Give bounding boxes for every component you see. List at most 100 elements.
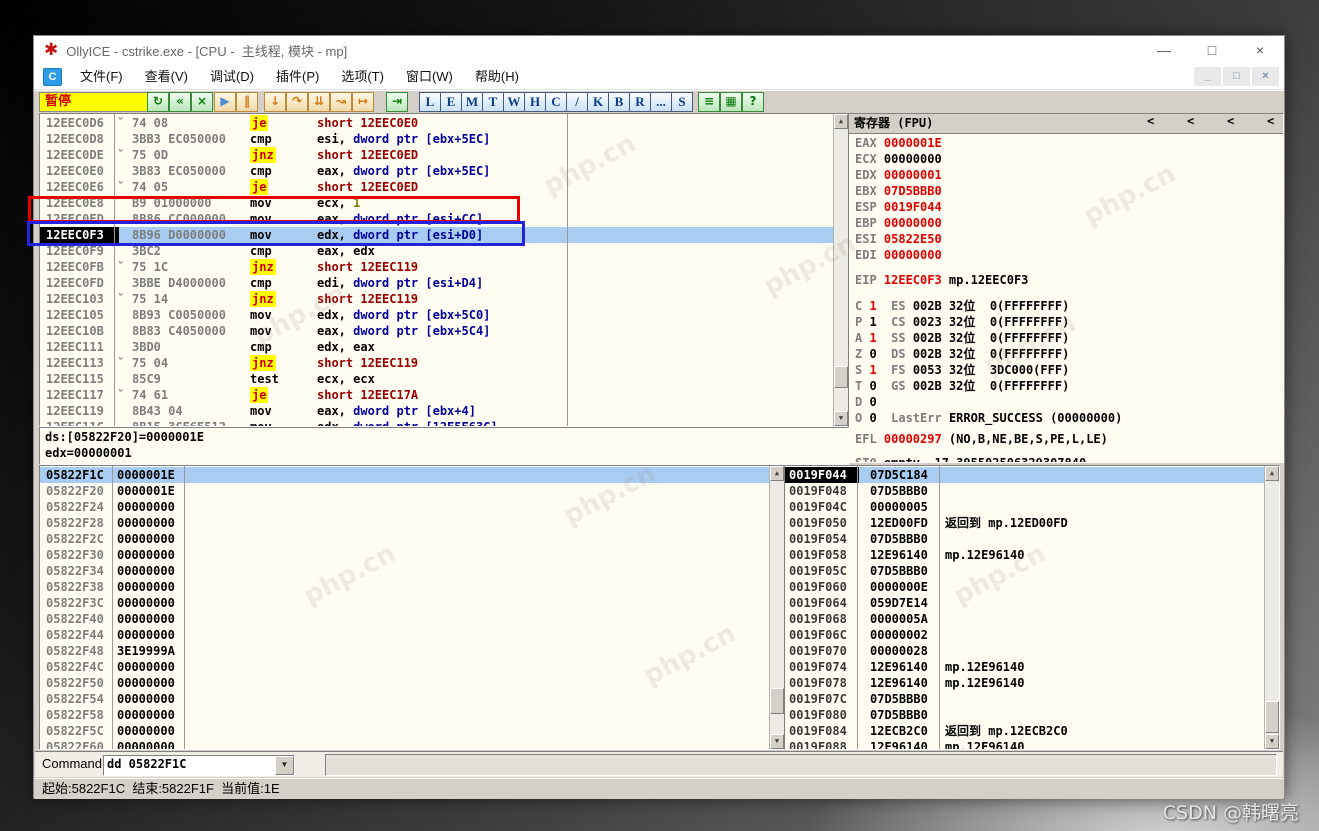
register-line[interactable]: EFL 00000297 (NO,B,NE,BE,S,PE,L,LE) bbox=[855, 431, 1108, 447]
column-separator[interactable] bbox=[939, 466, 940, 749]
breakpoints-button[interactable]: B bbox=[608, 92, 630, 112]
step-into-button[interactable]: ↓ bbox=[264, 92, 286, 112]
register-line[interactable]: EAX 0000001E bbox=[855, 135, 942, 151]
registers-collapse-button[interactable]: < bbox=[1147, 114, 1154, 128]
handles-button[interactable]: H bbox=[524, 92, 546, 112]
column-separator[interactable] bbox=[112, 466, 113, 749]
register-line[interactable]: Z 0 DS 002B 32位 0(FFFFFFFF) bbox=[855, 346, 1069, 362]
dump-row[interactable]: 05822F2400000000 bbox=[40, 499, 770, 515]
menu-item-d[interactable]: 调试(D) bbox=[199, 69, 265, 84]
scroll-up-button[interactable]: ▲ bbox=[1265, 466, 1279, 481]
scroll-down-button[interactable]: ▼ bbox=[1265, 734, 1279, 749]
register-line[interactable]: O 0 LastErr ERROR_SUCCESS (00000000) bbox=[855, 410, 1122, 426]
column-separator[interactable] bbox=[857, 466, 858, 749]
menu-item-h[interactable]: 帮助(H) bbox=[464, 69, 530, 84]
cpu-window-button[interactable]: C bbox=[545, 92, 567, 112]
register-line[interactable]: EIP 12EEC0F3 mp.12EEC0F3 bbox=[855, 272, 1028, 288]
register-line[interactable]: ESP 0019F044 bbox=[855, 199, 942, 215]
disasm-row[interactable]: 12EEC0F93BC2cmpeax, edx bbox=[40, 243, 834, 259]
cpu-document-icon[interactable]: C bbox=[43, 68, 62, 86]
dump-row[interactable]: 05822F483E19999A bbox=[40, 643, 770, 659]
go-to-address-button[interactable]: ⇥ bbox=[386, 92, 408, 112]
dump-row[interactable]: 05822F5400000000 bbox=[40, 691, 770, 707]
disasm-row[interactable]: 12EEC1058B93 C0050000movedx, dword ptr [… bbox=[40, 307, 834, 323]
register-line[interactable]: S 1 FS 0053 32位 3DC000(FFF) bbox=[855, 362, 1069, 378]
column-separator[interactable] bbox=[184, 466, 185, 749]
call-stack-button[interactable]: K bbox=[587, 92, 609, 112]
close-program-button[interactable]: × bbox=[191, 92, 213, 112]
scroll-down-button[interactable]: ▼ bbox=[834, 411, 848, 426]
close-button[interactable]: × bbox=[1236, 36, 1284, 64]
register-line[interactable]: ECX 00000000 bbox=[855, 151, 942, 167]
registers-pane[interactable]: 寄存器 (FPU) <<<< EAX 0000001EECX 00000000E… bbox=[848, 113, 1284, 463]
disassembly-pane[interactable]: 12EEC0D6ˇ74 08jeshort 12EEC0E012EEC0D83B… bbox=[39, 113, 849, 427]
menu-item-w[interactable]: 窗口(W) bbox=[395, 69, 464, 84]
animate-over-button[interactable]: ↝ bbox=[330, 92, 352, 112]
disasm-row[interactable]: 12EEC0E8B9 01000000movecx, 1 bbox=[40, 195, 834, 211]
dump-row[interactable]: 05822F3C00000000 bbox=[40, 595, 770, 611]
dump-row[interactable]: 05822F4C00000000 bbox=[40, 659, 770, 675]
minimize-button[interactable]: — bbox=[1140, 36, 1188, 64]
menu-item-v[interactable]: 查看(V) bbox=[134, 69, 199, 84]
threads-button[interactable]: T bbox=[482, 92, 504, 112]
disasm-row[interactable]: 12EEC0FBˇ75 1Cjnzshort 12EEC119 bbox=[40, 259, 834, 275]
mdi-minimize-button[interactable]: _ bbox=[1194, 67, 1221, 86]
register-line[interactable]: T 0 GS 002B 32位 0(FFFFFFFF) bbox=[855, 378, 1069, 394]
dump-row[interactable]: 05822F200000001E bbox=[40, 483, 770, 499]
scroll-thumb[interactable] bbox=[834, 366, 848, 388]
references-button[interactable]: R bbox=[629, 92, 651, 112]
scroll-thumb[interactable] bbox=[1265, 701, 1279, 733]
scroll-up-button[interactable]: ▲ bbox=[770, 466, 784, 481]
register-line[interactable]: ST0 empty -17.395502506329307840 bbox=[855, 455, 1086, 463]
column-separator[interactable] bbox=[114, 114, 115, 426]
disasm-row[interactable]: 12EEC1198B43 04moveax, dword ptr [ebx+4] bbox=[40, 403, 834, 419]
register-line[interactable]: EBX 07D5BBB0 bbox=[855, 183, 942, 199]
dump-row[interactable]: 05822F2C00000000 bbox=[40, 531, 770, 547]
register-line[interactable]: C 1 ES 002B 32位 0(FFFFFFFF) bbox=[855, 298, 1069, 314]
disasm-row[interactable]: 12EEC117ˇ74 61jeshort 12EEC17A bbox=[40, 387, 834, 403]
disasm-row[interactable]: 12EEC0DEˇ75 0Djnzshort 12EEC0ED bbox=[40, 147, 834, 163]
registers-collapse-button[interactable]: < bbox=[1187, 114, 1194, 128]
menu-item-p[interactable]: 插件(P) bbox=[265, 69, 330, 84]
options-button[interactable]: ≡ bbox=[698, 92, 720, 112]
register-line[interactable]: EBP 00000000 bbox=[855, 215, 942, 231]
step-back-button[interactable]: « bbox=[169, 92, 191, 112]
register-line[interactable]: ESI 05822E50 bbox=[855, 231, 942, 247]
combo-dropdown-icon[interactable]: ▼ bbox=[275, 756, 294, 775]
dump-row[interactable]: 05822F4400000000 bbox=[40, 627, 770, 643]
executable-modules-button[interactable]: E bbox=[440, 92, 462, 112]
memory-dump-pane[interactable]: 05822F1C0000001E05822F200000001E05822F24… bbox=[39, 465, 785, 750]
windows-button[interactable]: W bbox=[503, 92, 525, 112]
restart-button[interactable]: ↻ bbox=[147, 92, 169, 112]
disasm-row[interactable]: 12EEC0D6ˇ74 08jeshort 12EEC0E0 bbox=[40, 115, 834, 131]
mdi-close-button[interactable]: × bbox=[1252, 67, 1279, 86]
dump-row[interactable]: 05822F4000000000 bbox=[40, 611, 770, 627]
disasm-row[interactable]: 12EEC0D83BB3 EC050000cmpesi, dword ptr [… bbox=[40, 131, 834, 147]
registers-collapse-button[interactable]: < bbox=[1227, 114, 1234, 128]
info-pane[interactable]: ds:[05822F20]=0000001Eedx=00000001 bbox=[39, 427, 849, 465]
disasm-row[interactable]: 12EEC103ˇ75 14jnzshort 12EEC119 bbox=[40, 291, 834, 307]
stack-scrollbar[interactable]: ▲▼ bbox=[1264, 466, 1279, 749]
pause-program-button[interactable]: ‖ bbox=[236, 92, 258, 112]
register-line[interactable]: D 0 bbox=[855, 394, 877, 410]
execute-till-return-button[interactable]: ↦ bbox=[352, 92, 374, 112]
scroll-thumb[interactable] bbox=[770, 688, 784, 714]
disasm-row[interactable]: 12EEC11585C9testecx, ecx bbox=[40, 371, 834, 387]
disasm-row[interactable]: 12EEC0E6ˇ74 05jeshort 12EEC0ED bbox=[40, 179, 834, 195]
help-button[interactable]: ? bbox=[742, 92, 764, 112]
disasm-row[interactable]: 12EEC10B8B83 C4050000moveax, dword ptr [… bbox=[40, 323, 834, 339]
dump-row[interactable]: 05822F5C00000000 bbox=[40, 723, 770, 739]
register-line[interactable]: P 1 CS 0023 32位 0(FFFFFFFF) bbox=[855, 314, 1069, 330]
appearance-button[interactable]: ▦ bbox=[720, 92, 742, 112]
animate-into-button[interactable]: ⇊ bbox=[308, 92, 330, 112]
scroll-down-button[interactable]: ▼ bbox=[770, 734, 784, 749]
register-line[interactable]: EDI 00000000 bbox=[855, 247, 942, 263]
maximize-button[interactable]: □ bbox=[1188, 36, 1236, 64]
register-line[interactable]: A 1 SS 002B 32位 0(FFFFFFFF) bbox=[855, 330, 1069, 346]
stack-pane[interactable]: 0019F04407D5C1840019F04807D5BBB00019F04C… bbox=[784, 465, 1280, 750]
dump-row[interactable]: 05822F5000000000 bbox=[40, 675, 770, 691]
log-window-button[interactable]: L bbox=[419, 92, 441, 112]
disasm-row[interactable]: 12EEC0F38B96 D0000000movedx, dword ptr [… bbox=[40, 227, 834, 243]
disasm-row[interactable]: 12EEC11C8B15 3CE6E512movedx, dword ptr [… bbox=[40, 419, 834, 427]
patches-button[interactable]: / bbox=[566, 92, 588, 112]
